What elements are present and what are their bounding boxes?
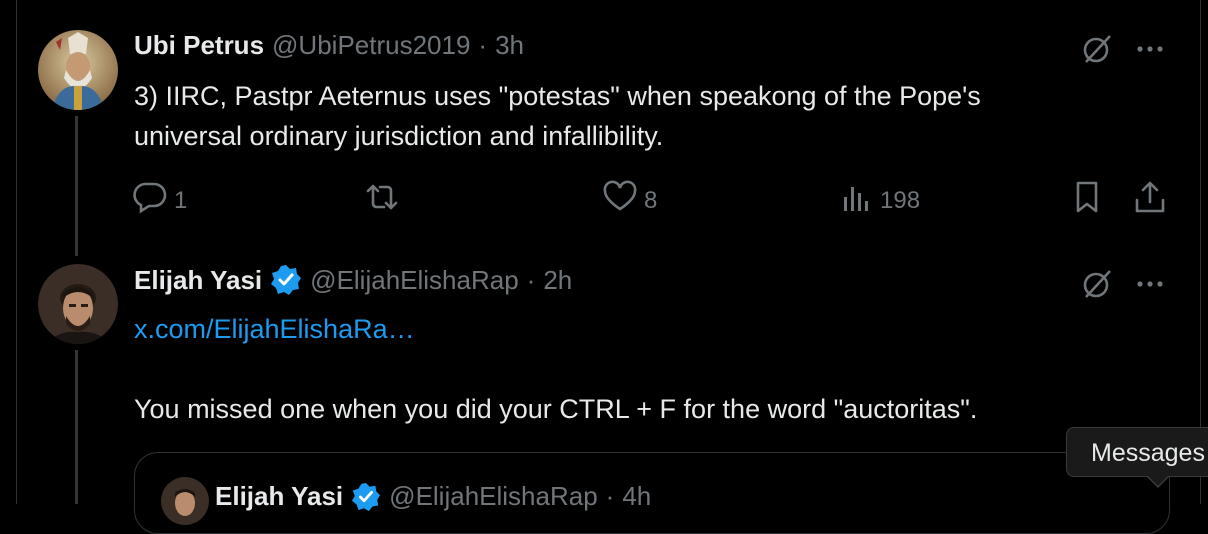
author-handle[interactable]: @ElijahElishaRap (310, 265, 519, 296)
quoted-tweet-card[interactable]: Elijah Yasi @ElijahElishaRap · 4h (134, 452, 1170, 534)
views-count: 198 (880, 186, 921, 214)
tweet-header: Ubi Petrus @UbiPetrus2019 · 3h (134, 30, 524, 61)
grok-icon[interactable] (1080, 267, 1114, 306)
like-count: 8 (644, 186, 658, 214)
reply-button[interactable]: 1 (132, 180, 187, 221)
tweet-text-line: 3) IIRC, Pastpr Aeternus uses "potestas"… (134, 81, 981, 111)
reply-icon (132, 180, 168, 221)
tweet-header: Elijah Yasi @ElijahElishaRap · 2h (134, 264, 572, 296)
author-handle[interactable]: @UbiPetrus2019 (272, 30, 470, 61)
more-icon[interactable] (1132, 32, 1168, 71)
like-button[interactable]: 8 (602, 180, 657, 221)
bookmark-icon[interactable] (1070, 180, 1106, 219)
messages-tooltip: Messages (1066, 427, 1208, 477)
quoted-avatar (161, 477, 209, 525)
tweet-text-line: You missed one when you did your CTRL + … (134, 394, 978, 424)
tweet-actions: 1 8 198 (132, 176, 1172, 220)
more-icon[interactable] (1132, 267, 1168, 306)
left-border (16, 0, 17, 504)
separator-dot: · (478, 30, 488, 60)
timestamp[interactable]: 2h (543, 265, 572, 296)
quoted-author-name: Elijah Yasi (215, 481, 344, 511)
separator-dot: · (605, 481, 615, 511)
tweet-text: x.com/ElijahElishaRa… You missed one whe… (134, 309, 977, 429)
author-name[interactable]: Ubi Petrus (134, 30, 264, 61)
avatar[interactable] (38, 30, 118, 110)
views-button[interactable]: 198 (838, 180, 920, 221)
avatar[interactable] (38, 264, 118, 344)
timestamp[interactable]: 3h (495, 30, 524, 61)
quoted-author-handle: @ElijahElishaRap (389, 481, 598, 511)
quoted-timestamp: 4h (622, 481, 652, 511)
author-name[interactable]: Elijah Yasi (134, 265, 262, 296)
separator-dot: · (526, 264, 536, 295)
tweet-text-line: universal ordinary jurisdiction and infa… (134, 121, 664, 151)
views-icon (838, 180, 874, 221)
like-icon (602, 180, 638, 221)
share-icon[interactable] (1132, 180, 1168, 219)
thread-connector (75, 116, 78, 256)
tooltip-arrow (1146, 475, 1170, 488)
grok-icon[interactable] (1080, 32, 1114, 71)
repost-button[interactable] (364, 180, 400, 221)
verified-badge-icon (351, 482, 381, 512)
verified-badge-icon (270, 264, 302, 296)
reply-count: 1 (174, 186, 188, 214)
tweet-text: 3) IIRC, Pastpr Aeternus uses "potestas"… (134, 76, 981, 156)
tweet-link[interactable]: x.com/ElijahElishaRa… (134, 309, 977, 349)
repost-icon (364, 180, 400, 221)
thread-connector (75, 350, 78, 504)
quoted-header: Elijah Yasi @ElijahElishaRap · 4h (215, 481, 651, 512)
